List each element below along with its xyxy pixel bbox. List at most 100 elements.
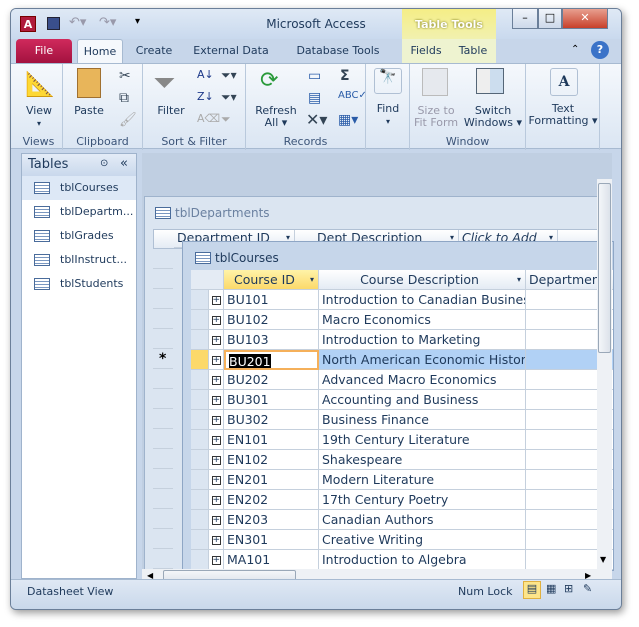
course-id-cell[interactable]: EN203 [224,510,319,530]
row-selector[interactable] [191,430,209,450]
tab-fields[interactable]: Fields [402,39,450,63]
course-id-cell[interactable]: BU101 [224,290,319,310]
nav-item-table[interactable]: tblCourses [22,176,136,200]
course-description-cell[interactable]: Introduction to Algebra [319,550,526,570]
course-description-cell[interactable]: Modern Literature [319,470,526,490]
course-description-cell[interactable]: North American Economic History [319,350,526,370]
course-description-cell[interactable]: 17th Century Poetry [319,490,526,510]
format-painter-icon[interactable]: 🖌 [119,112,137,128]
expand-icon[interactable]: + [209,490,224,510]
tab-external-data[interactable]: External Data [183,39,279,63]
advanced-filter-icon[interactable]: ⏷▾ [221,90,237,105]
course-id-cell[interactable]: EN101 [224,430,319,450]
cut-icon[interactable]: ✂ [119,68,131,84]
nav-item-table[interactable]: tblGrades [22,224,136,248]
totals-icon[interactable]: Σ [340,68,350,84]
row-selector[interactable] [191,350,209,370]
nav-item-table[interactable]: tblStudents [22,272,136,296]
course-description-cell[interactable]: Canadian Authors [319,510,526,530]
new-record-icon[interactable]: ▭ [308,68,321,84]
expand-icon[interactable]: + [209,290,224,310]
course-description-cell[interactable]: Introduction to Canadian Business [319,290,526,310]
minimize-ribbon-icon[interactable]: ⌃ [571,44,579,55]
view-dropdown-icon[interactable]: ▾ [15,118,63,130]
expand-icon[interactable]: + [209,510,224,530]
more-icon[interactable]: ▦▾ [338,112,358,128]
pivotchart-view-icon[interactable]: ⊞ [564,582,573,595]
course-description-cell[interactable]: Accounting and Business [319,390,526,410]
refresh-all-button[interactable]: Refresh All ▾ [250,105,302,129]
paste-button[interactable]: Paste [69,105,109,117]
column-header-course-id[interactable]: Course ID ▾ [224,270,319,290]
row-selector[interactable] [191,470,209,490]
row-selector[interactable] [191,370,209,390]
course-description-cell[interactable]: 19th Century Literature [319,430,526,450]
course-id-cell[interactable]: BU202 [224,370,319,390]
tab-table[interactable]: Table [450,39,496,63]
expand-icon[interactable]: + [209,350,224,370]
row-selector[interactable] [191,330,209,350]
minimize-button[interactable]: – [512,9,538,29]
maximize-button[interactable]: □ [538,9,562,29]
selection-icon[interactable]: ⏷▾ [221,68,237,83]
sort-descending-icon[interactable]: Z↓ [197,90,214,103]
expand-icon[interactable]: + [209,430,224,450]
row-selector[interactable] [191,450,209,470]
course-id-cell[interactable]: EN102 [224,450,319,470]
expand-icon[interactable]: + [209,390,224,410]
find-dropdown-icon[interactable]: ▾ [366,116,410,128]
select-all-corner[interactable] [191,270,224,290]
row-selector[interactable] [191,310,209,330]
design-view-icon[interactable]: ✎ [583,582,592,595]
course-description-cell[interactable]: Creative Writing [319,530,526,550]
course-id-cell[interactable]: BU103 [224,330,319,350]
course-id-cell[interactable]: BU301 [224,390,319,410]
course-id-cell[interactable]: EN202 [224,490,319,510]
datasheet-view-icon[interactable]: ▤ [523,581,541,599]
row-selector[interactable] [191,550,209,570]
expand-icon[interactable]: + [209,450,224,470]
row-selector[interactable] [191,490,209,510]
remove-sort-icon[interactable]: A⌫ [197,112,220,125]
switch-windows-button[interactable]: Switch Windows ▾ [460,105,526,129]
course-description-cell[interactable]: Introduction to Marketing [319,330,526,350]
help-icon[interactable]: ? [591,41,609,59]
course-id-cell[interactable]: EN301 [224,530,319,550]
expand-icon[interactable]: + [209,410,224,430]
scroll-down-arrow[interactable]: ▼ [600,555,606,564]
copy-icon[interactable]: ⧉ [119,90,129,106]
close-button[interactable]: ✕ [562,9,608,29]
tab-home[interactable]: Home [77,39,123,63]
view-button[interactable]: View [15,105,63,117]
expand-icon[interactable]: + [209,370,224,390]
row-selector[interactable] [191,290,209,310]
sort-ascending-icon[interactable]: A↓ [197,68,214,81]
find-button[interactable]: Find [366,103,410,115]
tab-database-tools[interactable]: Database Tools [283,39,393,63]
toggle-filter-icon[interactable]: ⏷ [221,112,231,127]
expand-icon[interactable]: + [209,470,224,490]
course-id-cell[interactable]: BU102 [224,310,319,330]
tab-create[interactable]: Create [129,39,179,63]
tab-file[interactable]: File [16,39,72,63]
course-description-cell[interactable]: Advanced Macro Economics [319,370,526,390]
row-selector[interactable] [191,510,209,530]
delete-icon[interactable]: ✕▾ [306,110,327,129]
collapse-nav-icon[interactable]: « [120,156,128,171]
nav-header[interactable]: Tables ⊙ « [22,154,136,176]
nav-dropdown-icon[interactable]: ⊙ [100,158,108,169]
spelling-icon[interactable]: ABC✓ [338,90,367,101]
course-description-cell[interactable]: Business Finance [319,410,526,430]
course-id-cell[interactable]: BU201 [224,350,319,370]
pivottable-view-icon[interactable]: ▦ [546,582,556,595]
nav-item-table[interactable]: tblDepartm... [22,200,136,224]
expand-icon[interactable]: + [209,330,224,350]
vertical-scroll-thumb[interactable] [598,183,611,353]
row-selector[interactable] [191,530,209,550]
row-selector[interactable] [191,390,209,410]
course-id-cell[interactable]: MA101 [224,550,319,570]
expand-icon[interactable]: + [209,550,224,570]
column-header-course-description[interactable]: Course Description ▾ [319,270,526,290]
save-record-icon[interactable]: ▤ [308,90,321,106]
course-id-cell[interactable]: EN201 [224,470,319,490]
